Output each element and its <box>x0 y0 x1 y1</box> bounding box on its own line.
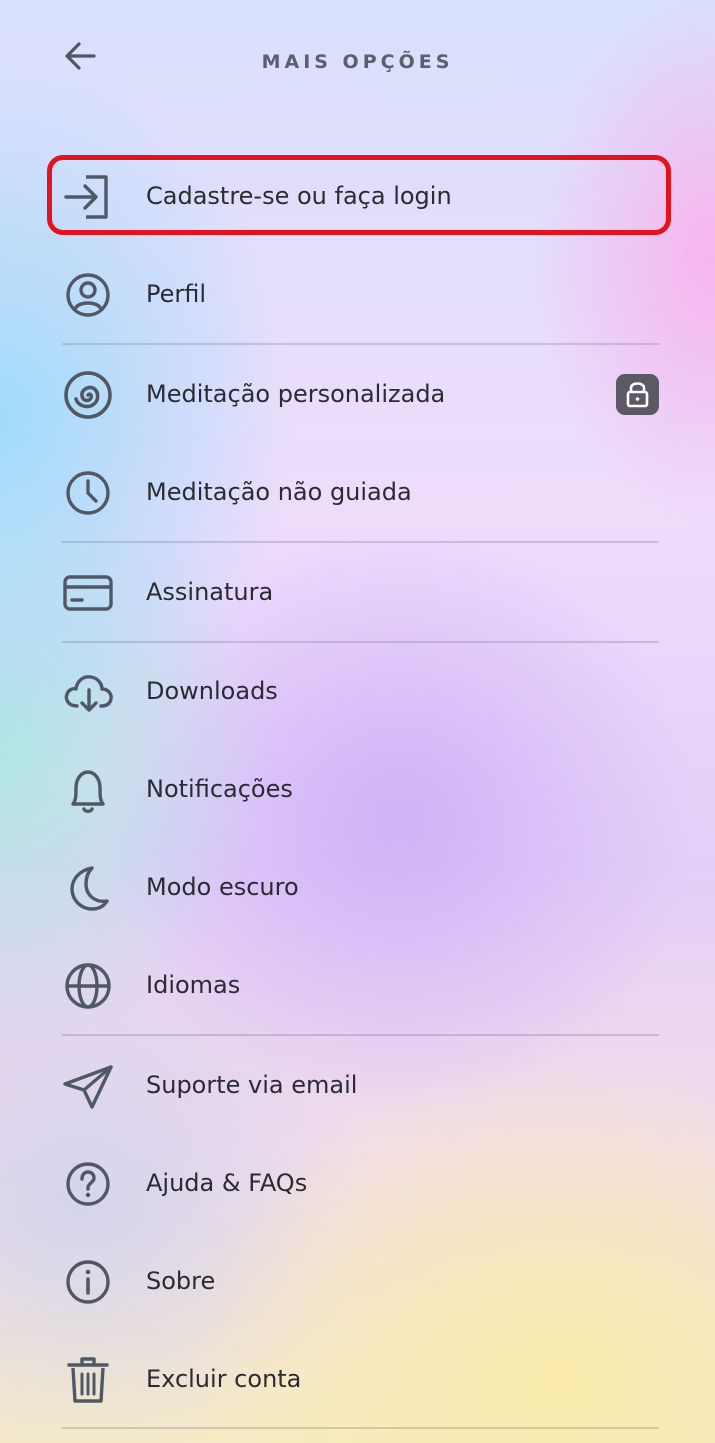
menu-item-label: Assinatura <box>146 578 274 606</box>
menu-item-label: Sobre <box>146 1267 216 1295</box>
menu-item-label: Meditação não guiada <box>146 478 412 506</box>
menu-item-label: Cadastre-se ou faça login <box>146 182 452 210</box>
menu-item-about[interactable]: Sobre <box>0 1232 715 1330</box>
menu-item-personalized-meditation[interactable]: Meditação personalizada <box>0 345 715 443</box>
menu-item-delete-account[interactable]: Excluir conta <box>0 1330 715 1428</box>
page-title: MAIS OPÇÕES <box>261 51 454 73</box>
lock-icon <box>626 382 649 408</box>
menu-item-label: Excluir conta <box>146 1365 302 1393</box>
menu-item-label: Meditação personalizada <box>146 380 446 408</box>
spiral-icon <box>62 371 114 419</box>
menu-item-dark-mode[interactable]: Modo escuro <box>0 838 715 936</box>
menu-item-label: Modo escuro <box>146 873 299 901</box>
divider <box>62 1427 659 1429</box>
menu-item-label: Ajuda & FAQs <box>146 1169 308 1197</box>
profile-icon <box>62 271 114 319</box>
paper-plane-icon <box>62 1062 114 1110</box>
help-circle-icon <box>62 1160 114 1208</box>
menu-item-help-faqs[interactable]: Ajuda & FAQs <box>0 1134 715 1232</box>
clock-icon <box>62 469 114 517</box>
menu-item-label: Downloads <box>146 677 278 705</box>
lock-badge <box>616 374 659 415</box>
menu-item-unguided-meditation[interactable]: Meditação não guiada <box>0 443 715 541</box>
info-circle-icon <box>62 1258 114 1306</box>
bell-icon <box>62 766 114 814</box>
trash-icon <box>62 1356 114 1404</box>
menu-item-label: Suporte via email <box>146 1071 358 1099</box>
menu-item-label: Idiomas <box>146 971 241 999</box>
menu-item-notifications[interactable]: Notificações <box>0 740 715 838</box>
menu-item-email-support[interactable]: Suporte via email <box>0 1036 715 1134</box>
credit-card-icon <box>62 569 114 617</box>
moon-icon <box>62 864 114 912</box>
menu-item-subscription[interactable]: Assinatura <box>0 543 715 641</box>
cloud-download-icon <box>62 668 114 716</box>
menu-item-label: Notificações <box>146 775 293 803</box>
header-bar: MAIS OPÇÕES <box>0 0 715 120</box>
menu-item-label: Perfil <box>146 280 207 308</box>
login-icon <box>62 173 114 221</box>
menu-item-downloads[interactable]: Downloads <box>0 642 715 740</box>
menu-item-profile[interactable]: Perfil <box>0 245 715 343</box>
menu-item-languages[interactable]: Idiomas <box>0 936 715 1034</box>
globe-icon <box>62 962 114 1010</box>
menu-item-login[interactable]: Cadastre-se ou faça login <box>0 147 715 245</box>
